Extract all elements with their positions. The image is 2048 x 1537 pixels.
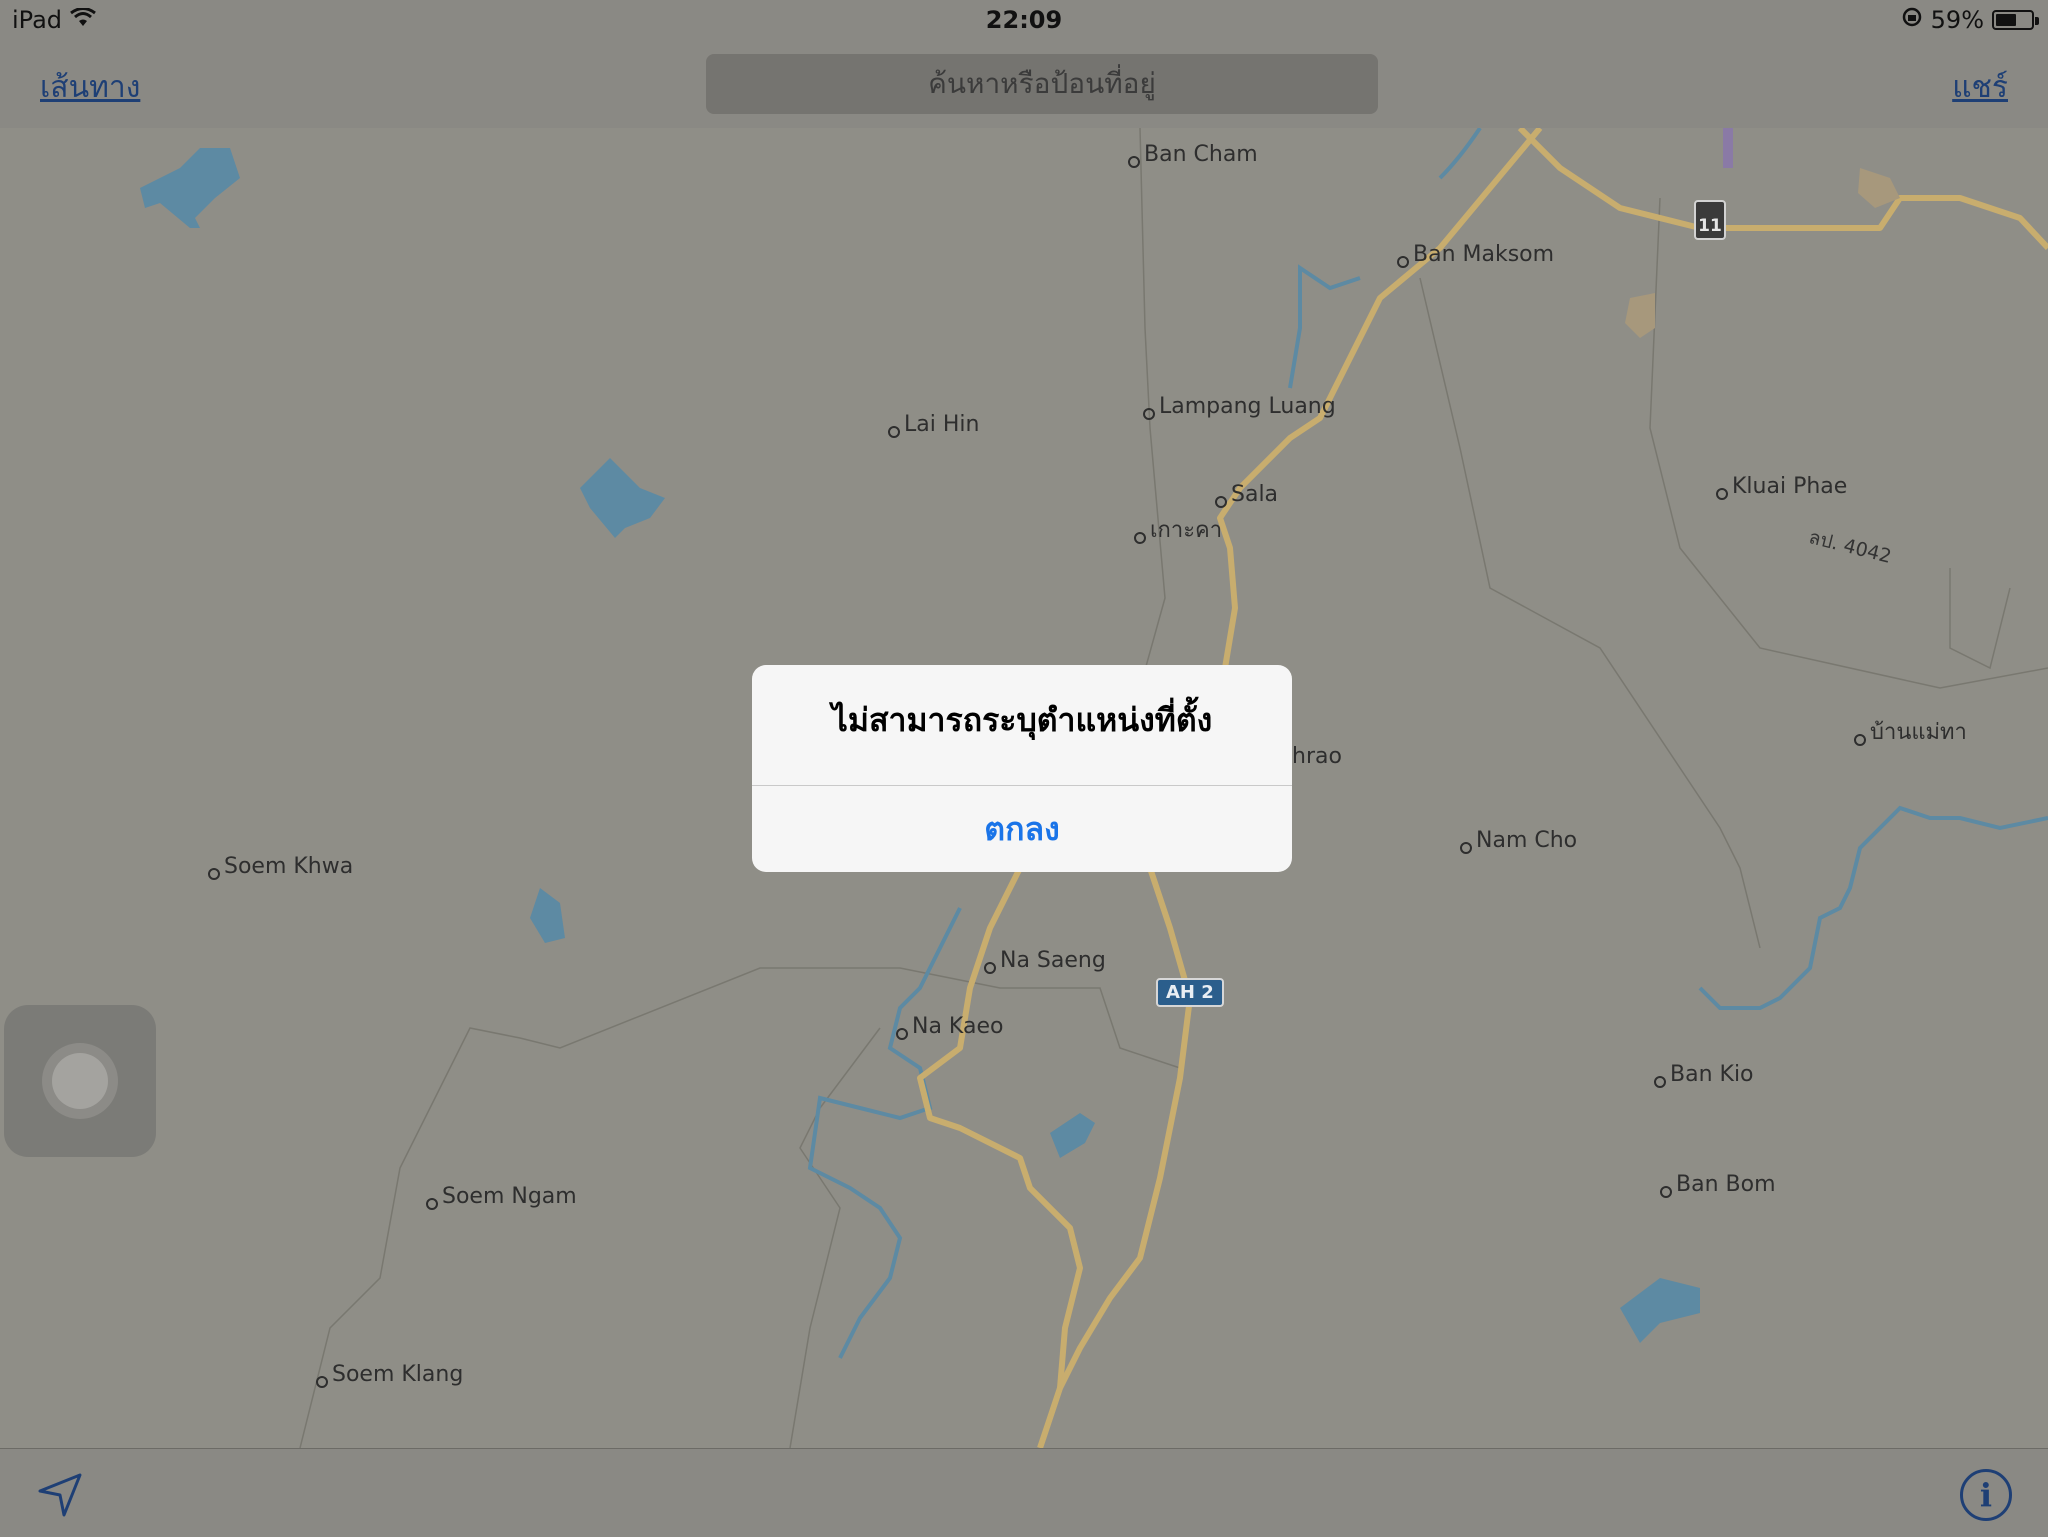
place-name: Nam Cho — [1476, 827, 1578, 853]
alert-title: ไม่สามารถระบุตำแหน่งที่ตั้ง — [831, 701, 1213, 739]
status-bar: iPad 22:09 59% — [0, 0, 2048, 40]
place-dot — [896, 1028, 908, 1040]
place-name: เกาะคา — [1150, 518, 1223, 543]
battery-icon — [1992, 10, 2039, 30]
map-label-na-kaeo[interactable]: Na Kaeo — [896, 1012, 1003, 1040]
place-dot — [1128, 156, 1140, 168]
assistive-touch-knob — [52, 1053, 108, 1109]
map-label-sala[interactable]: Sala — [1215, 480, 1278, 508]
share-button[interactable]: แชร์ — [1952, 64, 2008, 111]
place-dot — [208, 868, 220, 880]
map-label-lampang-luang[interactable]: Lampang Luang — [1143, 392, 1336, 420]
map-label-hrao[interactable]: hrao — [1292, 744, 1342, 769]
map-label-ban-maksom[interactable]: Ban Maksom — [1397, 240, 1554, 268]
battery-percent: 59% — [1930, 6, 1984, 34]
place-dot — [1854, 733, 1866, 746]
place-name: Soem Klang — [332, 1361, 464, 1387]
place-name: บ้านแม่ทา — [1870, 720, 1967, 745]
place-dot — [1654, 1076, 1666, 1088]
location-error-alert: ไม่สามารถระบุตำแหน่งที่ตั้ง ตกลง — [752, 665, 1292, 872]
place-dot — [1215, 496, 1227, 508]
directions-button[interactable]: เส้นทาง — [40, 64, 140, 111]
alert-ok-button[interactable]: ตกลง — [752, 786, 1292, 872]
place-name: Na Kaeo — [912, 1013, 1004, 1039]
orientation-lock-icon — [1901, 6, 1923, 34]
place-name: Ban Cham — [1144, 141, 1258, 167]
route-shield-11: 11 — [1694, 200, 1726, 240]
place-name: Ban Bom — [1676, 1171, 1776, 1197]
place-dot — [888, 426, 900, 438]
info-icon[interactable]: i — [1960, 1469, 2012, 1521]
place-dot — [1143, 408, 1155, 420]
map-label-ban-mae-tha[interactable]: บ้านแม่ทา — [1854, 714, 1967, 749]
route-shield-ah2: AH 2 — [1156, 978, 1224, 1007]
status-time: 22:09 — [985, 6, 1063, 34]
map-label-ban-bom[interactable]: Ban Bom — [1660, 1170, 1776, 1198]
place-dot — [316, 1376, 328, 1388]
bottom-toolbar: i — [0, 1448, 2048, 1537]
map-label-soem-ngam[interactable]: Soem Ngam — [426, 1182, 577, 1210]
place-dot — [1716, 488, 1728, 500]
location-arrow-icon[interactable] — [36, 1469, 86, 1519]
battery-fill — [1996, 14, 2017, 26]
place-name: Na Saeng — [1000, 947, 1106, 973]
place-dot — [1397, 256, 1409, 268]
map-label-na-saeng[interactable]: Na Saeng — [984, 946, 1106, 974]
map-label-soem-klang[interactable]: Soem Klang — [316, 1360, 463, 1388]
place-name: Ban Maksom — [1413, 241, 1555, 267]
map-label-soem-khwa[interactable]: Soem Khwa — [208, 852, 353, 880]
place-dot — [1460, 842, 1472, 854]
place-name: hrao — [1292, 744, 1342, 769]
status-right: 59% — [1901, 6, 2039, 34]
assistive-touch-button[interactable] — [4, 1005, 156, 1157]
place-name: Soem Ngam — [442, 1183, 577, 1209]
map-label-lai-hin[interactable]: Lai Hin — [888, 410, 979, 438]
nav-bar: เส้นทาง ค้นหาหรือป้อนที่อยู่ แชร์ — [0, 40, 2048, 129]
map-label-ban-kio[interactable]: Ban Kio — [1654, 1060, 1754, 1088]
place-dot — [1134, 531, 1146, 544]
place-name: Lampang Luang — [1159, 393, 1336, 419]
place-name: Ban Kio — [1670, 1061, 1754, 1087]
place-name: Lai Hin — [904, 411, 980, 437]
map-label-ban-cham[interactable]: Ban Cham — [1128, 140, 1258, 168]
place-dot — [984, 962, 996, 974]
place-dot — [426, 1198, 438, 1210]
map-label-kluai-phae[interactable]: Kluai Phae — [1716, 472, 1847, 500]
map-label-ko-kha[interactable]: เกาะคา — [1134, 512, 1222, 547]
place-name: Kluai Phae — [1732, 473, 1848, 499]
place-dot — [1660, 1186, 1672, 1198]
place-name: Sala — [1231, 481, 1279, 507]
battery-nub — [2035, 17, 2039, 25]
map-label-nam-cho[interactable]: Nam Cho — [1460, 826, 1577, 854]
place-name: Soem Khwa — [224, 853, 354, 879]
search-input[interactable]: ค้นหาหรือป้อนที่อยู่ — [706, 54, 1378, 114]
